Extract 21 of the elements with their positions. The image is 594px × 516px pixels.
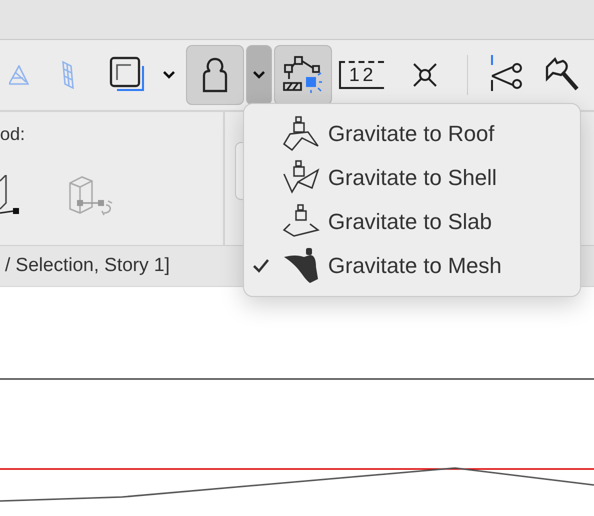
tool-button[interactable] xyxy=(186,45,244,105)
roof-icon xyxy=(282,116,320,152)
caret-icon xyxy=(162,70,176,80)
shell-icon xyxy=(282,160,320,196)
menu-item[interactable]: Gravitate to Roof xyxy=(244,112,580,156)
dropdown-button[interactable] xyxy=(246,45,272,105)
axe-icon xyxy=(543,57,582,93)
mesh-icon xyxy=(282,247,320,285)
caret-icon xyxy=(252,70,266,80)
ruler-icon: 12 xyxy=(339,61,384,89)
menu-item[interactable]: Gravitate to Slab xyxy=(244,200,580,244)
status-text: / Selection, Story 1] xyxy=(5,255,170,277)
cross-icon xyxy=(412,62,438,88)
plane-icon xyxy=(9,65,29,85)
tool-button[interactable] xyxy=(274,45,332,105)
weight-icon xyxy=(201,57,229,93)
menu-item[interactable]: Gravitate to Mesh xyxy=(244,244,580,288)
menu-item[interactable]: Gravitate to Shell xyxy=(244,156,580,200)
method-label: od: xyxy=(0,124,26,145)
layers-icon xyxy=(109,56,147,94)
snap-icon xyxy=(283,55,323,95)
